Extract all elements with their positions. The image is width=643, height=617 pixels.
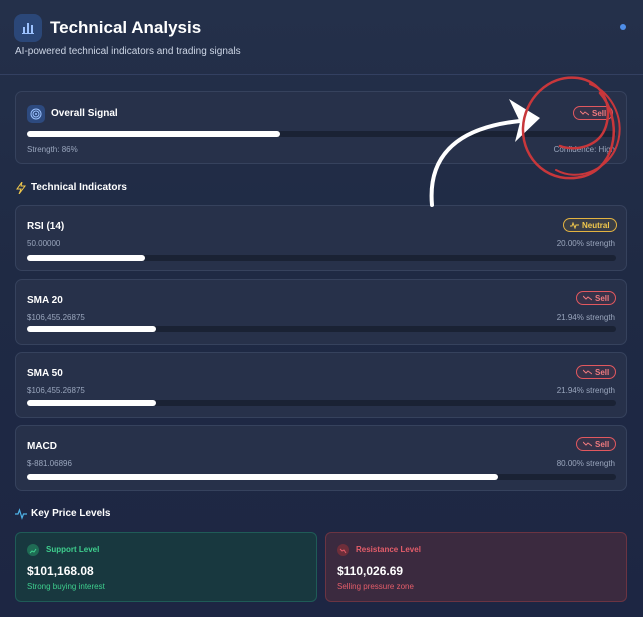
indicator-value: $-881.06896 [27,459,72,468]
overall-signal-title: Overall Signal [51,108,118,119]
badge-label: Neutral [582,220,610,230]
indicator-card-sma50: SMA 50 Sell $106,455.26875 21.94% streng… [15,352,627,418]
indicator-strength: 20.00% strength [556,239,615,248]
page-subtitle: AI-powered technical indicators and trad… [15,46,241,57]
confidence-text: Confidence: High [553,145,615,154]
indicator-name: MACD [27,441,57,452]
page-header: Technical Analysis AI-powered technical … [0,0,643,75]
support-level-label: Support Level [46,545,100,554]
badge-label: Sell [595,439,610,449]
indicator-value: 50.00000 [27,239,61,248]
indicator-card-macd: MACD Sell $-881.06896 80.00% strength [15,425,627,491]
technical-indicators-title: Technical Indicators [31,182,127,193]
support-level-card: Support Level $101,168.08 Strong buying … [15,532,317,602]
badge-label: Sell [595,293,610,303]
indicator-badge: Sell [576,365,617,379]
badge-label: Sell [592,108,607,118]
indicator-card-rsi: RSI (14) Neutral 50.00000 20.00% strengt… [15,205,627,271]
indicator-badge: Sell [576,437,617,451]
lightning-icon [16,182,26,194]
bar-chart-icon [14,14,42,42]
page-title: Technical Analysis [50,18,202,37]
trend-up-icon [27,544,39,556]
indicator-strength-bar [27,326,616,332]
resistance-level-card: Resistance Level $110,026.69 Selling pre… [325,532,627,602]
trend-down-icon [583,441,592,447]
strength-text: Strength: 86% [27,145,78,154]
overall-signal-card: Overall Signal Sell Strength: 86% Confid… [15,91,627,164]
overall-strength-fill [27,131,281,137]
key-price-levels-title: Key Price Levels [31,508,111,519]
trend-down-icon [337,544,349,556]
indicator-strength-fill [27,326,157,332]
support-level-price: $101,168.08 [27,564,94,578]
activity-icon [570,221,579,229]
indicator-strength-fill [27,474,499,480]
overall-signal-badge: Sell [573,106,614,120]
target-icon [27,105,45,123]
indicator-strength-bar [27,474,616,480]
indicator-strength-fill [27,400,157,406]
indicator-badge: Neutral [563,218,617,232]
overall-strength-bar [27,131,616,137]
badge-label: Sell [595,367,610,377]
indicator-strength-fill [27,255,145,261]
indicator-strength: 80.00% strength [556,459,615,468]
indicator-value: $106,455.26875 [27,313,85,322]
trend-down-icon [583,369,592,375]
indicator-card-sma20: SMA 20 Sell $106,455.26875 21.94% streng… [15,279,627,345]
status-dot [620,24,626,30]
indicator-name: SMA 20 [27,295,63,306]
trend-down-icon [580,110,589,116]
resistance-level-desc: Selling pressure zone [337,582,414,591]
indicator-strength-bar [27,400,616,406]
indicator-badge: Sell [576,291,617,305]
indicator-name: SMA 50 [27,368,63,379]
indicator-strength: 21.94% strength [556,386,615,395]
indicator-value: $106,455.26875 [27,386,85,395]
indicator-strength-bar [27,255,616,261]
support-level-desc: Strong buying interest [27,582,105,591]
trend-down-icon [583,295,592,301]
indicator-strength: 21.94% strength [556,313,615,322]
resistance-level-label: Resistance Level [356,545,421,554]
resistance-level-price: $110,026.69 [337,564,404,578]
activity-icon [15,508,27,520]
indicator-name: RSI (14) [27,221,65,232]
